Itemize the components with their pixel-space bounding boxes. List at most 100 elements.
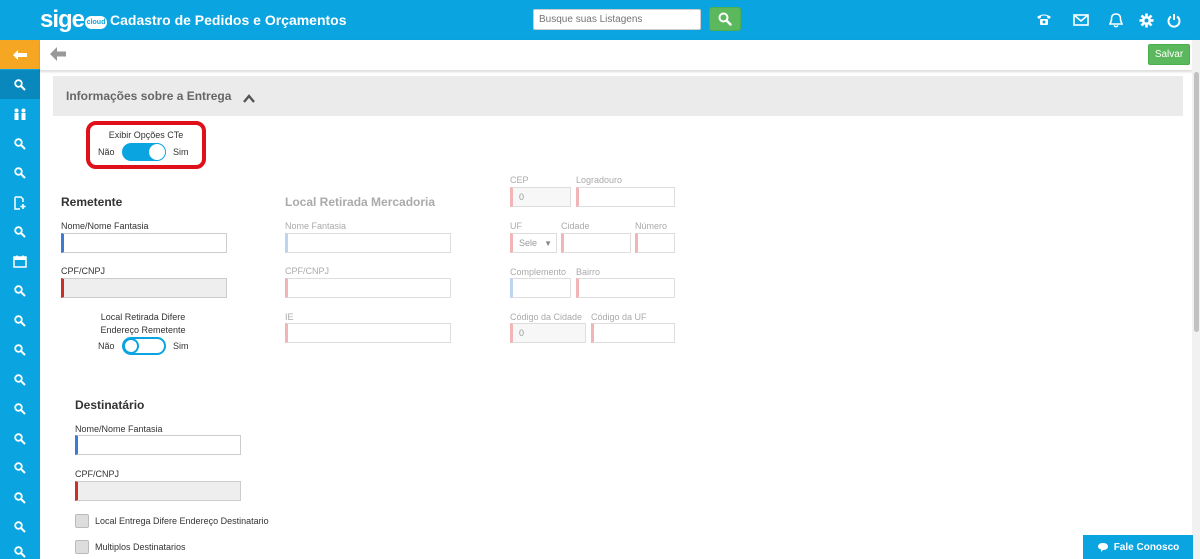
cte-toggle-label: Exibir Opções CTe [108, 130, 184, 140]
users-icon [14, 108, 26, 120]
toggle-knob [149, 144, 165, 160]
destinatario-name-input[interactable] [75, 435, 241, 455]
sidebar-item-search-2[interactable] [0, 129, 40, 158]
remetente-cpf-label: CPF/CNPJ [61, 266, 106, 276]
new-document-icon [14, 195, 26, 210]
mail-icon[interactable] [1072, 11, 1090, 29]
cod-cidade-label: Código da Cidade [510, 312, 583, 322]
sidebar-item-search-3[interactable] [0, 158, 40, 187]
logradouro-input[interactable] [576, 187, 675, 207]
retirada-nome-label: Nome Fantasia [285, 221, 347, 231]
retirada-toggle-on-label: Sim [173, 341, 189, 351]
sidebar-item-search-11[interactable] [0, 453, 40, 482]
complemento-label: Complemento [510, 267, 567, 277]
chevron-down-icon: ▼ [544, 239, 552, 248]
cte-toggle-off-label: Não [98, 147, 115, 157]
search-input[interactable] [533, 9, 701, 30]
local-entrega-checkbox[interactable] [75, 514, 89, 528]
chevron-up-icon[interactable] [243, 90, 255, 108]
logradouro-label: Logradouro [576, 175, 623, 185]
sidebar-item-new-document[interactable] [0, 188, 40, 217]
bairro-label: Bairro [576, 267, 601, 277]
sidebar-item-search-6[interactable] [0, 306, 40, 335]
search-icon [14, 314, 26, 327]
retirada-toggle-label-1: Local Retirada Difere [100, 312, 186, 322]
section-header-entrega[interactable]: Informações sobre a Entrega [53, 76, 1183, 116]
search-icon [14, 137, 26, 150]
remetente-cpf-input[interactable] [61, 278, 227, 298]
destinatario-heading: Destinatário [75, 398, 145, 412]
search-icon [718, 12, 732, 26]
search-icon [14, 491, 26, 504]
sidebar-item-search[interactable] [0, 70, 40, 99]
logo-cloud-badge: cloud [85, 16, 108, 29]
numero-label: Número [635, 221, 668, 231]
sidebar-item-search-5[interactable] [0, 276, 40, 305]
destinatario-cpf-input[interactable] [75, 481, 241, 501]
sidebar-item-calendar[interactable] [0, 247, 40, 276]
chat-icon [1097, 542, 1108, 552]
remetente-name-label: Nome/Nome Fantasia [61, 221, 149, 231]
toggle-knob [123, 338, 139, 354]
search-icon [14, 225, 26, 238]
cod-cidade-input[interactable]: 0 [510, 323, 586, 343]
retirada-nome-input[interactable] [285, 233, 451, 253]
arrow-left-icon [13, 49, 27, 60]
retirada-cpf-label: CPF/CNPJ [285, 266, 330, 276]
save-button[interactable]: Salvar [1148, 44, 1190, 65]
calendar-icon [13, 255, 27, 268]
bairro-input[interactable] [576, 278, 675, 298]
cod-uf-input[interactable] [591, 323, 675, 343]
logo-text: sige [40, 6, 85, 33]
sidebar-item-search-10[interactable] [0, 424, 40, 453]
uf-label: UF [510, 221, 522, 231]
fale-conosco-button[interactable]: Fale Conosco [1083, 535, 1193, 559]
top-bar: sige cloud Cadastro de Pedidos e Orçament… [0, 0, 1200, 40]
sidebar-item-search-12[interactable] [0, 483, 40, 512]
search-button[interactable] [709, 7, 741, 31]
sidebar-item-search-8[interactable] [0, 365, 40, 394]
back-arrow-icon[interactable] [48, 45, 68, 68]
search-icon [14, 373, 26, 386]
retirada-toggle[interactable] [122, 337, 166, 355]
retirada-toggle-label-2: Endereço Remetente [100, 325, 186, 335]
gear-icon[interactable] [1137, 11, 1155, 29]
toolbar: Salvar [40, 40, 1192, 71]
uf-select-value: Sele [519, 238, 538, 248]
cidade-label: Cidade [561, 221, 590, 231]
complemento-input[interactable] [510, 278, 571, 298]
numero-input[interactable] [635, 233, 675, 253]
logo[interactable]: sige cloud [40, 6, 108, 34]
multiplos-destinatarios-checkbox[interactable] [75, 540, 89, 554]
destinatario-cpf-label: CPF/CNPJ [75, 469, 120, 479]
sidebar-item-search-9[interactable] [0, 394, 40, 423]
remetente-name-input[interactable] [61, 233, 227, 253]
search-icon [14, 461, 26, 474]
sidebar-item-search-7[interactable] [0, 335, 40, 364]
remetente-heading: Remetente [61, 195, 123, 209]
retirada-ie-label: IE [285, 312, 294, 322]
cte-toggle-on-label: Sim [173, 147, 189, 157]
search-icon [14, 343, 26, 356]
power-icon[interactable] [1165, 11, 1183, 29]
sidebar-item-search-4[interactable] [0, 217, 40, 246]
retirada-ie-input[interactable] [285, 323, 451, 343]
bell-icon[interactable] [1107, 11, 1125, 29]
sidebar-item-search-13[interactable] [0, 512, 40, 541]
uf-select[interactable]: Sele ▼ [510, 233, 557, 253]
scrollbar-thumb[interactable] [1194, 72, 1199, 332]
cte-toggle[interactable] [122, 143, 166, 161]
retirada-cpf-input[interactable] [285, 278, 451, 298]
cep-input[interactable]: 0 [510, 187, 571, 207]
search-icon [14, 166, 26, 179]
sidebar-item-users[interactable] [0, 99, 40, 128]
destinatario-name-label: Nome/Nome Fantasia [75, 424, 163, 434]
search-icon [14, 284, 26, 297]
search-icon [14, 520, 26, 533]
sidebar-item-search-14[interactable] [0, 540, 40, 559]
retirada-toggle-off-label: Não [98, 341, 115, 351]
sidebar-back-button[interactable] [0, 40, 40, 69]
search-icon [14, 432, 26, 445]
phone-icon[interactable] [1035, 11, 1053, 29]
cidade-input[interactable] [561, 233, 631, 253]
